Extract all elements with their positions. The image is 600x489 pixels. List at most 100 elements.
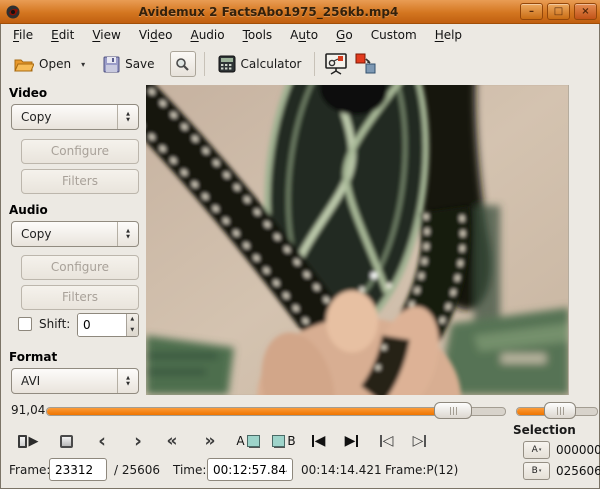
video-codec-combo[interactable]: Copy ▲ ▼ [11, 104, 139, 130]
shift-label: Shift: [39, 317, 70, 331]
previous-keyframe-button[interactable]: ◀ [303, 429, 333, 453]
toolbar-separator [314, 52, 315, 76]
audio-codec-value: Copy [12, 222, 117, 246]
selection-title: Selection [513, 423, 576, 437]
play-button[interactable]: ▶ [13, 429, 43, 453]
previous-keyframe-icon [312, 435, 314, 447]
save-button[interactable]: Save [98, 53, 159, 76]
rewind-icon: « [167, 431, 178, 451]
video-section-label: Video [9, 86, 47, 100]
spinner-arrows-icon[interactable]: ▲ ▼ [126, 314, 138, 336]
set-marker-b-button[interactable]: B [267, 429, 303, 453]
seek-slider-fill [47, 408, 447, 415]
save-floppy-icon [103, 56, 120, 73]
avidemux-window: Avidemux 2 FactsAbo1975_256kb.mp4 – □ × … [0, 0, 600, 489]
marker-a-small-icon: A [532, 445, 538, 455]
toolbar-separator [204, 52, 205, 76]
menu-view[interactable]: View [83, 25, 129, 45]
calculator-button[interactable]: Calculator [213, 52, 307, 76]
format-section-label: Format [9, 350, 57, 364]
video-still-film-reel [146, 85, 569, 395]
menubar: File Edit View Video Audio Tools Auto Go… [1, 24, 599, 46]
toolbar: Open ▾ Save [1, 46, 599, 82]
menu-audio[interactable]: Audio [181, 25, 233, 45]
swap-output-button[interactable] [353, 51, 379, 77]
menu-auto[interactable]: Auto [281, 25, 327, 45]
menu-go[interactable]: Go [327, 25, 362, 45]
previous-frame-icon: ‹ [98, 431, 106, 451]
red-blue-swap-icon [355, 53, 377, 75]
menu-help[interactable]: Help [426, 25, 471, 45]
maximize-button[interactable]: □ [547, 3, 570, 20]
marker-b-icon [272, 435, 285, 447]
calculator-label: Calculator [241, 57, 302, 71]
shift-checkbox[interactable] [18, 317, 32, 331]
stop-button[interactable] [51, 429, 81, 453]
previous-frame-button[interactable]: ‹ [87, 429, 117, 453]
preview-output-button[interactable] [323, 51, 349, 77]
marker-b-small-icon: B [532, 466, 538, 476]
minimize-button[interactable]: – [520, 3, 543, 20]
shift-spinbox[interactable]: ▲ ▼ [77, 313, 139, 337]
stop-icon [60, 435, 73, 448]
frame-input[interactable] [49, 458, 107, 481]
previous-black-frame-button[interactable]: ◁ [371, 429, 401, 453]
magnifier-icon [175, 57, 190, 72]
selection-start-button[interactable]: A ▾ [523, 441, 550, 459]
selection-end-button[interactable]: B ▾ [523, 462, 550, 480]
frame-label: Frame: [9, 463, 50, 477]
next-black-frame-icon [424, 435, 426, 447]
fast-forward-button[interactable]: » [195, 429, 225, 453]
audio-section-label: Audio [9, 203, 48, 217]
next-keyframe-button[interactable]: ▶ [337, 429, 367, 453]
menu-file[interactable]: File [4, 25, 42, 45]
frame-type-label: Frame:P(12) [385, 463, 458, 477]
titlebar[interactable]: Avidemux 2 FactsAbo1975_256kb.mp4 – □ × [0, 0, 600, 24]
menu-video[interactable]: Video [130, 25, 182, 45]
format-value: AVI [12, 369, 117, 393]
open-button[interactable]: Open [9, 53, 76, 76]
position-percent-label: 91,04 [11, 403, 45, 417]
next-black-frame-button[interactable]: ▷ [405, 429, 435, 453]
video-configure-button[interactable]: Configure [21, 139, 139, 164]
time-input[interactable] [207, 458, 293, 481]
marker-a-icon [247, 435, 260, 447]
video-preview [146, 85, 569, 395]
selection-end-value: 025606 [556, 464, 600, 478]
selection-start-value: 000000 [556, 443, 600, 457]
info-button[interactable] [170, 51, 196, 77]
app-icon [5, 4, 21, 20]
window-title: Avidemux 2 FactsAbo1975_256kb.mp4 [21, 5, 516, 19]
video-codec-value: Copy [12, 105, 117, 129]
previous-black-frame-icon [380, 435, 382, 447]
fast-forward-icon: » [205, 431, 216, 451]
rewind-button[interactable]: « [157, 429, 187, 453]
audio-codec-combo[interactable]: Copy ▲ ▼ [11, 221, 139, 247]
next-frame-button[interactable]: › [123, 429, 153, 453]
duration-label: 00:14:14.421 [301, 463, 382, 477]
play-icon [18, 435, 27, 448]
combo-arrows-icon: ▲ ▼ [117, 222, 138, 246]
projector-screen-icon [324, 53, 348, 75]
volume-slider-handle[interactable] [544, 402, 576, 419]
seek-slider-handle[interactable] [434, 402, 472, 419]
next-keyframe-icon [356, 435, 358, 447]
audio-filters-button[interactable]: Filters [21, 285, 139, 310]
menu-tools[interactable]: Tools [234, 25, 282, 45]
menu-custom[interactable]: Custom [362, 25, 426, 45]
shift-input[interactable] [78, 314, 126, 336]
open-dropdown-arrow[interactable]: ▾ [76, 56, 90, 73]
frame-total-label: / 25606 [114, 463, 160, 477]
menu-edit[interactable]: Edit [42, 25, 83, 45]
audio-configure-button[interactable]: Configure [21, 255, 139, 280]
time-label: Time: [173, 463, 206, 477]
save-label: Save [125, 57, 154, 71]
close-button[interactable]: × [574, 3, 597, 20]
open-label: Open [39, 57, 71, 71]
format-combo[interactable]: AVI ▲ ▼ [11, 368, 139, 394]
open-folder-icon [14, 56, 34, 73]
set-marker-a-button[interactable]: A [229, 429, 265, 453]
calculator-icon [218, 55, 236, 73]
video-filters-button[interactable]: Filters [21, 169, 139, 194]
combo-arrows-icon: ▲ ▼ [117, 105, 138, 129]
